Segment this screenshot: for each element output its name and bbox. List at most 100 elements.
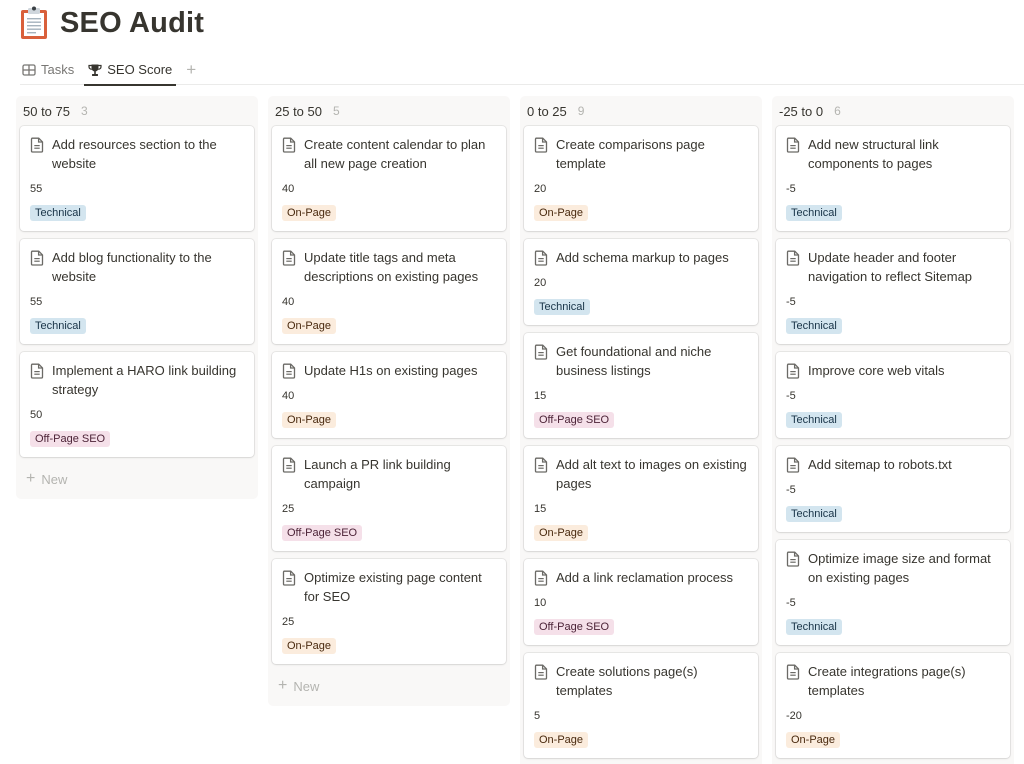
- category-tag: Technical: [786, 318, 842, 334]
- card-title: Add new structural link components to pa…: [808, 137, 939, 171]
- task-card[interactable]: Add resources section to the website 55 Te…: [20, 126, 254, 231]
- card-title: Update title tags and meta descriptions …: [304, 250, 479, 284]
- card-header: Implement a HARO link building strategy: [30, 361, 244, 399]
- task-card[interactable]: Add sitemap to robots.txt -5 Technical: [776, 446, 1010, 532]
- tab-seo-score[interactable]: SEO Score: [84, 55, 177, 86]
- tab-label: Tasks: [41, 62, 75, 77]
- column-title: 50 to 75: [23, 103, 70, 119]
- card-title: Optimize image size and format on existi…: [808, 551, 991, 585]
- category-tag: On-Page: [282, 205, 337, 221]
- task-card[interactable]: Add new structural link components to pa…: [776, 126, 1010, 231]
- column-header[interactable]: 0 to 25 9: [524, 96, 758, 126]
- column-title: -25 to 0: [779, 103, 824, 119]
- task-card[interactable]: Add blog functionality to the website 55 T…: [20, 239, 254, 344]
- column-header[interactable]: 25 to 50 5: [272, 96, 506, 126]
- page-icon: [30, 363, 44, 379]
- task-card[interactable]: Add alt text to images on existing pages…: [524, 446, 758, 551]
- task-card[interactable]: Create comparisons page template 20 On-Pag…: [524, 126, 758, 231]
- task-card[interactable]: Improve core web vitals -5 Technical: [776, 352, 1010, 438]
- task-card[interactable]: Optimize existing page content for SEO 25…: [272, 559, 506, 664]
- task-card[interactable]: Implement a HARO link building strategy 5…: [20, 352, 254, 457]
- board-column: -25 to 0 6 Add new structural link compone…: [772, 96, 1014, 764]
- page-icon: [282, 250, 296, 266]
- page-icon: [534, 250, 548, 266]
- column-count: 6: [834, 104, 841, 118]
- new-card-button[interactable]: + New: [20, 465, 254, 493]
- category-tag: Technical: [786, 506, 842, 522]
- seo-score-value: -5: [786, 296, 796, 308]
- card-header: Add alt text to images on existing pages: [534, 455, 748, 493]
- card-title: Create content calendar to plan all new …: [304, 137, 486, 171]
- card-header: Optimize image size and format on existi…: [786, 549, 1000, 587]
- card-header: Optimize existing page content for SEO: [282, 568, 496, 606]
- seo-score-value: -5: [786, 390, 796, 402]
- plus-icon: +: [26, 470, 36, 487]
- board-column: 0 to 25 9 Create comparisons page template…: [520, 96, 762, 764]
- page-icon: [534, 570, 548, 586]
- task-card[interactable]: Launch a PR link building campaign 25 Off-…: [272, 446, 506, 551]
- card-header: Create solutions page(s) templates: [534, 662, 748, 700]
- new-card-button[interactable]: + New: [272, 672, 506, 700]
- card-header: Create comparisons page template: [534, 135, 748, 173]
- category-tag: Technical: [534, 299, 590, 315]
- task-card[interactable]: Update H1s on existing pages 40 On-Page: [272, 352, 506, 438]
- card-title: Update header and footer navigation to r…: [808, 250, 973, 284]
- task-card[interactable]: Add schema markup to pages 20 Technical: [524, 239, 758, 325]
- card-header: Update title tags and meta descriptions …: [282, 248, 496, 286]
- card-header: Create content calendar to plan all new …: [282, 135, 496, 173]
- card-title: Get foundational and niche business list…: [556, 344, 712, 378]
- add-view-button[interactable]: +: [182, 55, 200, 85]
- new-label: New: [293, 678, 320, 694]
- seo-score-value: 50: [30, 409, 43, 421]
- page-icon: [534, 344, 548, 360]
- page-icon: [786, 250, 800, 266]
- seo-score-value: -5: [786, 597, 796, 609]
- seo-score-value: 40: [282, 296, 295, 308]
- card-title: Update H1s on existing pages: [304, 363, 478, 378]
- task-card[interactable]: Update title tags and meta descriptions …: [272, 239, 506, 344]
- category-tag: Off-Page SEO: [282, 525, 363, 541]
- seo-score-value: 40: [282, 390, 295, 402]
- category-tag: On-Page: [534, 732, 589, 748]
- page-icon: [282, 363, 296, 379]
- column-header[interactable]: 50 to 75 3: [20, 96, 254, 126]
- card-header: Add schema markup to pages: [534, 248, 748, 267]
- card-title: Optimize existing page content for SEO: [304, 570, 482, 604]
- task-card[interactable]: Optimize image size and format on existi…: [776, 540, 1010, 645]
- page-icon: [786, 457, 800, 473]
- seo-score-value: 55: [30, 183, 43, 195]
- seo-score-value: 5: [534, 710, 541, 722]
- category-tag: On-Page: [282, 412, 337, 428]
- seo-score-value: 15: [534, 503, 547, 515]
- card-title: Add a link reclamation process: [556, 570, 734, 585]
- view-tabs: Tasks SEO Score +: [18, 55, 1024, 86]
- seo-score-value: -5: [786, 484, 796, 496]
- task-card[interactable]: Update header and footer navigation to r…: [776, 239, 1010, 344]
- task-card[interactable]: Get foundational and niche business list…: [524, 333, 758, 438]
- column-header[interactable]: -25 to 0 6: [776, 96, 1010, 126]
- seo-score-value: 10: [534, 597, 547, 609]
- task-card[interactable]: Create integrations page(s) templates -20…: [776, 653, 1010, 758]
- page-icon: [30, 137, 44, 153]
- column-count: 3: [81, 104, 88, 118]
- card-title: Add schema markup to pages: [556, 250, 729, 265]
- task-card[interactable]: Create solutions page(s) templates 5 On-Pa…: [524, 653, 758, 758]
- seo-score-value: 20: [534, 277, 547, 289]
- category-tag: Technical: [30, 205, 86, 221]
- task-card[interactable]: Create content calendar to plan all new …: [272, 126, 506, 231]
- category-tag: Technical: [786, 205, 842, 221]
- seo-score-value: 25: [282, 616, 295, 628]
- task-card[interactable]: Add a link reclamation process 10 Off-Page…: [524, 559, 758, 645]
- card-header: Add a link reclamation process: [534, 568, 748, 587]
- category-tag: On-Page: [534, 205, 589, 221]
- page-icon: [786, 551, 800, 567]
- clipboard-icon: [21, 6, 47, 39]
- column-count: 9: [577, 104, 585, 118]
- board: 50 to 75 3 Add resources section to the we…: [16, 96, 1014, 764]
- page-icon: [534, 664, 548, 680]
- tab-label: SEO Score: [107, 62, 173, 77]
- seo-score-value: 25: [282, 503, 295, 515]
- tab-tasks[interactable]: Tasks: [18, 55, 78, 85]
- page-icon: [30, 250, 44, 266]
- seo-score-value: 55: [30, 296, 43, 308]
